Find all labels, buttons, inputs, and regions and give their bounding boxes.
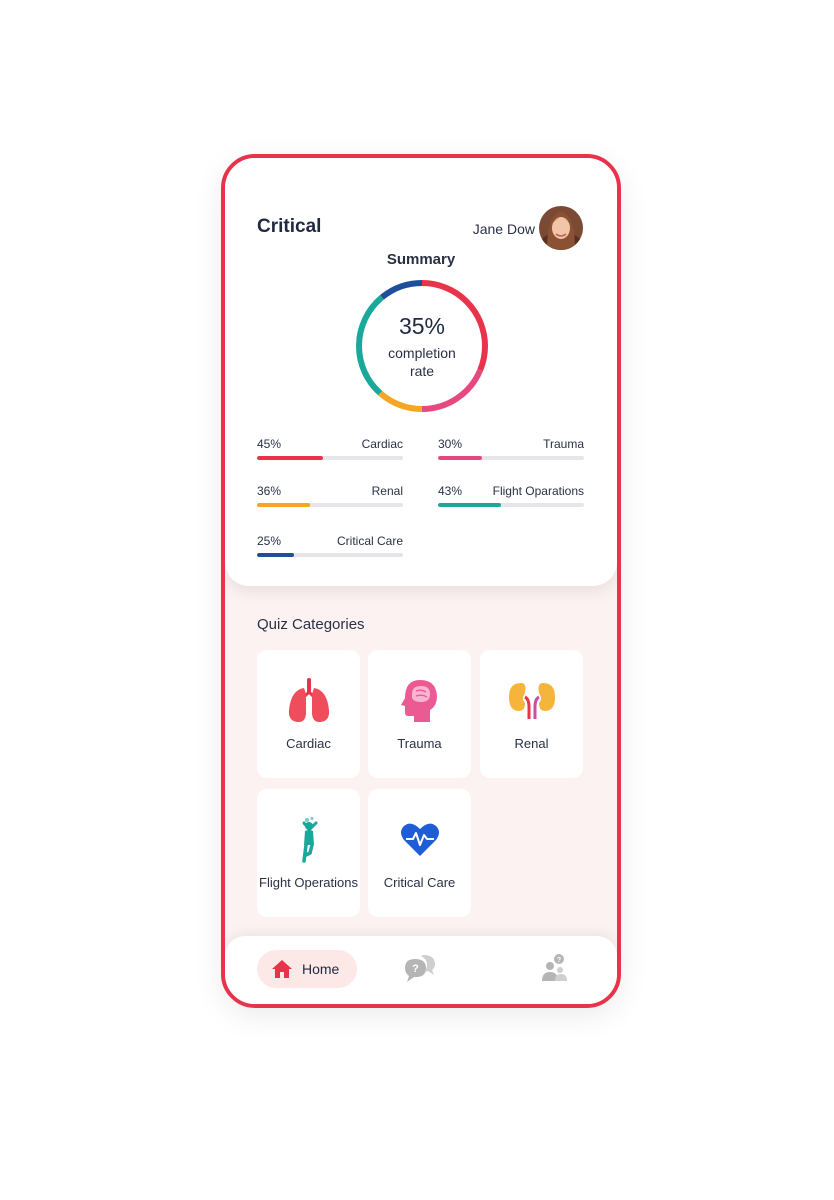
category-critical-care[interactable]: Critical Care bbox=[368, 789, 471, 917]
progress-track bbox=[257, 503, 403, 507]
stat-flight-operations: 43% Flight Oparations bbox=[438, 484, 584, 508]
stat-percent: 30% bbox=[438, 437, 463, 451]
stat-percent: 25% bbox=[257, 534, 282, 548]
progress-fill bbox=[257, 503, 310, 507]
progress-fill bbox=[257, 553, 294, 557]
category-label: Critical Care bbox=[383, 875, 456, 890]
bottom-nav: Home ? ? bbox=[225, 936, 617, 1004]
stat-trauma: 30% Trauma bbox=[438, 437, 584, 461]
completion-label: completion rate bbox=[354, 344, 490, 380]
completion-percent: 35% bbox=[398, 313, 446, 339]
stat-name: Renal bbox=[371, 484, 403, 498]
summary-card: Critical Jane Dow Summary 35% completion… bbox=[225, 158, 617, 586]
stat-name: Critical Care bbox=[336, 534, 403, 548]
home-icon bbox=[271, 959, 293, 984]
category-trauma[interactable]: Trauma bbox=[368, 650, 471, 778]
stat-name: Trauma bbox=[543, 437, 584, 451]
completion-label-line1: completion bbox=[388, 345, 456, 361]
stat-name: Flight Oparations bbox=[492, 484, 584, 498]
chat-question-icon[interactable]: ? bbox=[403, 955, 437, 988]
lungs-icon bbox=[257, 676, 360, 726]
progress-track bbox=[257, 553, 403, 557]
progress-fill bbox=[438, 503, 501, 507]
stat-critical-care: 25% Critical Care bbox=[257, 534, 403, 558]
stat-percent: 43% bbox=[438, 484, 463, 498]
progress-fill bbox=[257, 456, 323, 460]
nav-home-button[interactable]: Home bbox=[257, 950, 357, 988]
category-flight-operations[interactable]: Flight Operations bbox=[257, 789, 360, 917]
avatar[interactable] bbox=[539, 206, 583, 250]
progress-track bbox=[438, 503, 584, 507]
category-renal[interactable]: Renal bbox=[480, 650, 583, 778]
completion-label-line2: rate bbox=[409, 363, 435, 379]
heart-pulse-icon bbox=[368, 815, 471, 865]
category-label: Trauma bbox=[397, 736, 442, 751]
summary-title: Summary bbox=[386, 251, 456, 268]
stat-cardiac: 45% Cardiac bbox=[257, 437, 403, 461]
page-title: Critical bbox=[257, 216, 322, 237]
category-label: Cardiac bbox=[286, 736, 331, 751]
category-cardiac[interactable]: Cardiac bbox=[257, 650, 360, 778]
category-label: Flight Operations bbox=[259, 875, 358, 890]
nav-home-label: Home bbox=[302, 961, 340, 977]
person-jump-icon bbox=[257, 815, 360, 865]
head-brain-icon bbox=[368, 676, 471, 726]
stat-name: Cardiac bbox=[361, 437, 403, 451]
stat-percent: 36% bbox=[257, 484, 282, 498]
progress-track bbox=[438, 456, 584, 460]
category-label: Renal bbox=[514, 736, 549, 751]
svg-text:?: ? bbox=[412, 963, 419, 975]
svg-text:?: ? bbox=[557, 957, 561, 964]
phone-frame: Critical Jane Dow Summary 35% completion… bbox=[221, 154, 621, 1008]
users-question-icon[interactable]: ? bbox=[539, 953, 569, 988]
stat-percent: 45% bbox=[257, 437, 282, 451]
progress-fill bbox=[438, 456, 482, 460]
quiz-categories-title: Quiz Categories bbox=[257, 616, 365, 633]
stat-renal: 36% Renal bbox=[257, 484, 403, 508]
kidneys-icon bbox=[480, 676, 583, 726]
progress-track bbox=[257, 456, 403, 460]
user-name[interactable]: Jane Dow bbox=[473, 221, 535, 237]
